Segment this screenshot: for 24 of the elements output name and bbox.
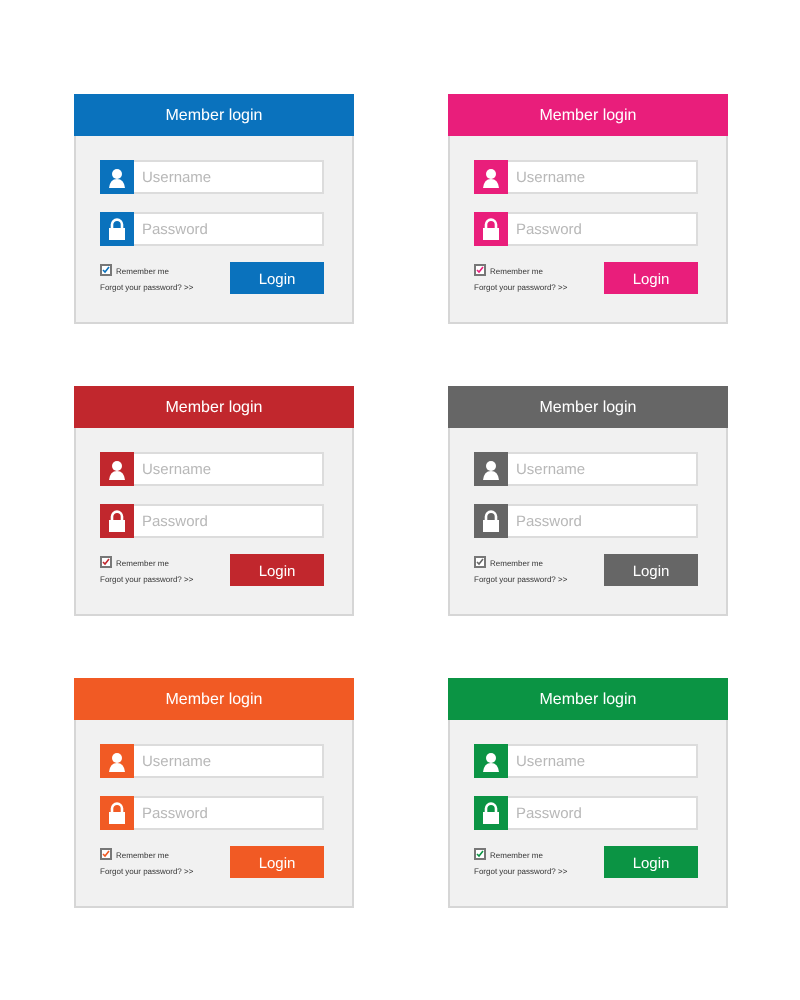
card-header: Member login [74, 386, 354, 428]
lock-icon [108, 802, 126, 824]
user-icon [108, 167, 126, 187]
lock-icon [482, 802, 500, 824]
user-icon [482, 751, 500, 771]
remember-checkbox[interactable] [100, 848, 112, 860]
lock-icon [108, 510, 126, 532]
lock-icon [482, 510, 500, 532]
user-icon [482, 459, 500, 479]
remember-checkbox[interactable] [474, 848, 486, 860]
remember-checkbox[interactable] [100, 264, 112, 276]
card-header: Member login [74, 678, 354, 720]
user-icon [482, 167, 500, 187]
card-header: Member login [448, 386, 728, 428]
user-icon [108, 459, 126, 479]
lock-icon [108, 218, 126, 240]
remember-checkbox[interactable] [474, 556, 486, 568]
lock-icon [482, 218, 500, 240]
card-header: Member login [448, 94, 728, 136]
card-header: Member login [448, 678, 728, 720]
remember-checkbox[interactable] [100, 556, 112, 568]
remember-checkbox[interactable] [474, 264, 486, 276]
user-icon [108, 751, 126, 771]
card-header: Member login [74, 94, 354, 136]
